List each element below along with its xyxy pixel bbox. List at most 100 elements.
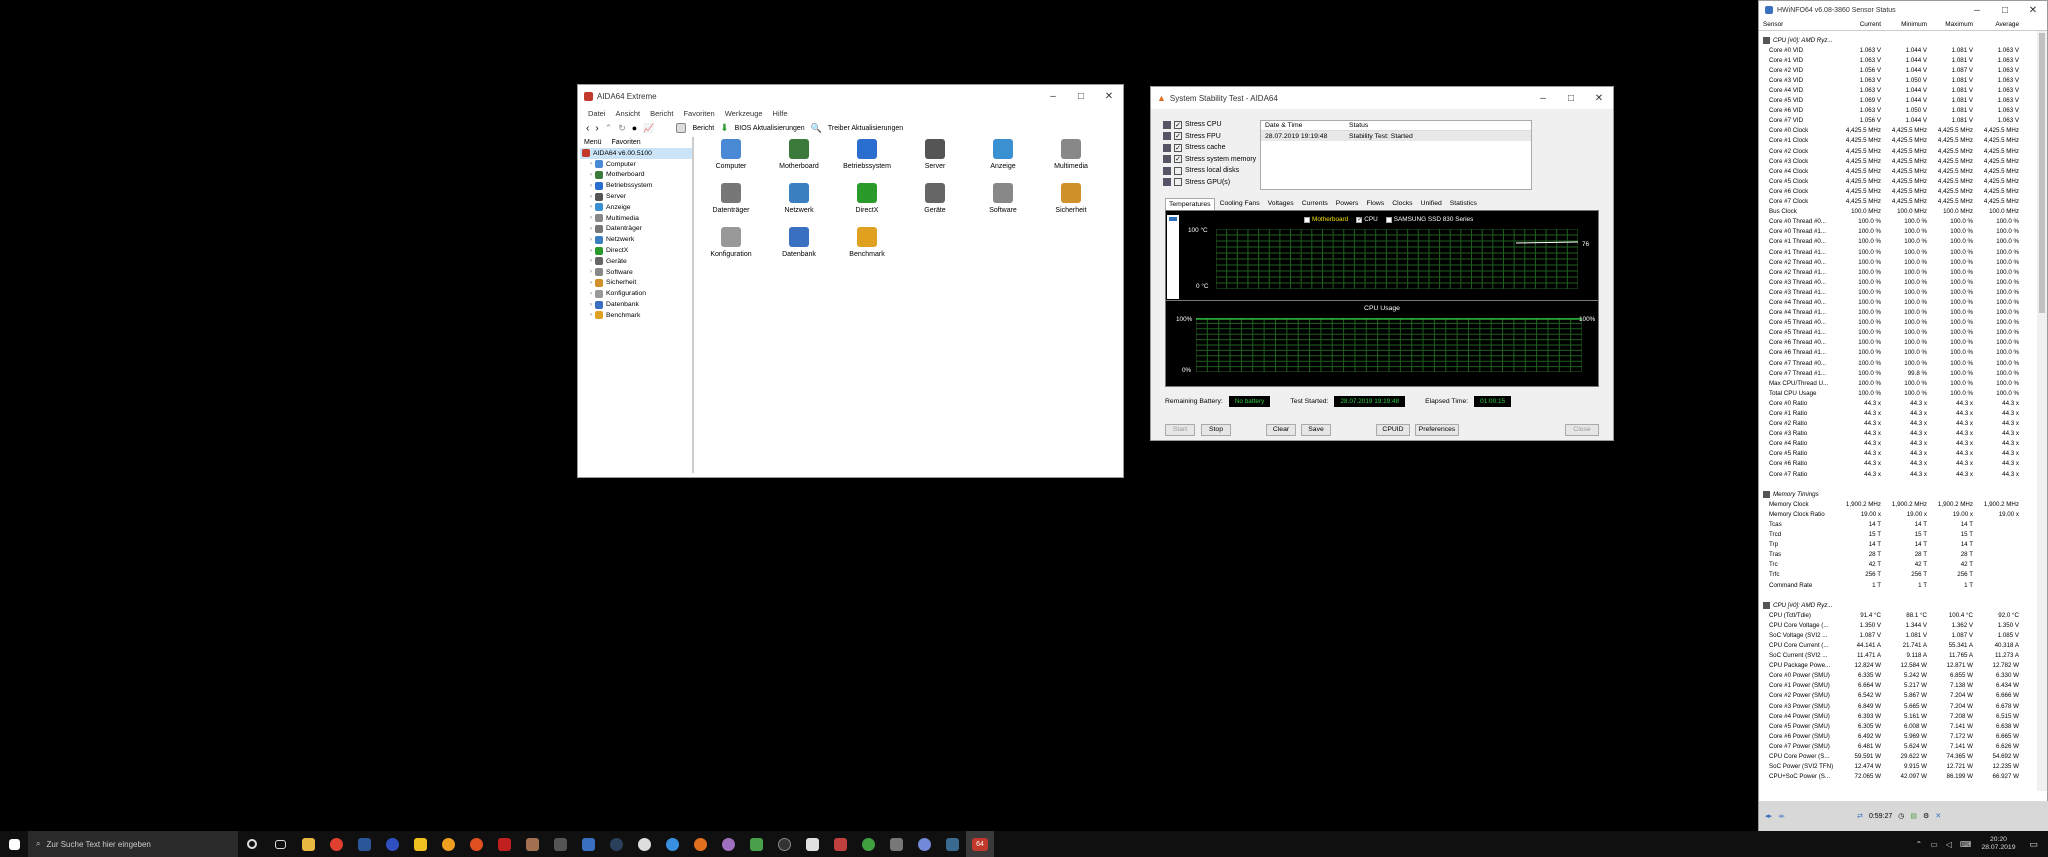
icon-benchmark[interactable]: Benchmark (834, 227, 900, 258)
sensor-row[interactable]: Core #7 Power (SMU) 6.481 W 5.624 W 7.141 W… (1759, 741, 2047, 751)
menu-item[interactable]: Hilfe (773, 109, 788, 118)
clear-button[interactable]: Clear (1266, 424, 1296, 436)
col-current[interactable]: Current (1839, 21, 1885, 28)
sensor-row[interactable]: Core #3 Thread #0... 100.0 % 100.0 % 100.0 … (1759, 277, 2047, 287)
sensor-row[interactable]: Trcd 15 T 15 T 15 T (1759, 530, 2047, 540)
notifications-icon[interactable]: ▭ (2029, 839, 2048, 850)
tab-clocks[interactable]: Clocks (1389, 198, 1415, 210)
app-icon[interactable] (882, 831, 910, 857)
aida64-titlebar[interactable]: AIDA64 Extreme – □ ✕ (578, 85, 1123, 107)
minimize-icon[interactable]: – (1963, 5, 1991, 16)
sensor-row[interactable]: Core #5 Ratio 44.3 x 44.3 x 44.3 x 44.3 x (1759, 449, 2047, 459)
tree-root[interactable]: AIDA64 v6.00.5100 (580, 148, 692, 159)
sensor-row[interactable]: Core #1 Thread #1... 100.0 % 100.0 % 100.0 … (1759, 247, 2047, 257)
sensor-row[interactable]: Core #4 VID 1.063 V 1.044 V 1.081 V 1.063 V (1759, 85, 2047, 95)
expand-icon[interactable]: › (590, 161, 592, 167)
tray-icons[interactable]: ⌃ ▭ ◁ ⌨ (1915, 840, 1981, 849)
log-row[interactable]: 28.07.2019 19:19:48 Stability Test: Star… (1261, 131, 1531, 141)
app-icon[interactable] (518, 831, 546, 857)
sensor-row[interactable]: Tcas 14 T 14 T 14 T (1759, 519, 2047, 529)
app-icon[interactable] (826, 831, 854, 857)
sensor-row[interactable]: Core #6 Ratio 44.3 x 44.3 x 44.3 x 44.3 x (1759, 459, 2047, 469)
sensor-group[interactable]: CPU [#0]: AMD Ryz... (1759, 600, 2047, 610)
firefox-icon[interactable] (686, 831, 714, 857)
sensor-row[interactable]: Core #4 Clock 4,425.5 MHz 4,425.5 MHz 4,425… (1759, 166, 2047, 176)
tree-item-geräte[interactable]: › Geräte (580, 256, 692, 267)
app-icon[interactable] (770, 831, 798, 857)
expand-icon[interactable]: › (590, 172, 592, 178)
refresh-icon[interactable]: ↻ (618, 123, 626, 134)
sensor-row[interactable]: Core #6 Power (SMU) 6.492 W 5.969 W 7.172 W… (1759, 731, 2047, 741)
scrollbar[interactable] (2037, 31, 2047, 791)
tab-statistics[interactable]: Statistics (1447, 198, 1480, 210)
tree-item-benchmark[interactable]: › Benchmark (580, 310, 692, 321)
aida64-taskbar-icon[interactable]: 64 (966, 831, 994, 857)
start-button[interactable]: Start (1165, 424, 1195, 436)
icon-anzeige[interactable]: Anzeige (970, 139, 1036, 170)
tree-item-sicherheit[interactable]: › Sicherheit (580, 278, 692, 289)
menu-item[interactable]: Bericht (650, 109, 673, 118)
sensor-row[interactable]: Core #5 Power (SMU) 6.305 W 6.008 W 7.141 W… (1759, 721, 2047, 731)
expand-icon[interactable]: › (590, 302, 592, 308)
cortana-icon[interactable] (238, 831, 266, 857)
expand-icon[interactable]: › (590, 280, 592, 286)
minimize-icon[interactable]: – (1529, 93, 1557, 104)
chrome-icon[interactable] (322, 831, 350, 857)
stress-option[interactable]: ✓ Stress system memory (1163, 154, 1259, 166)
back-icon[interactable]: ‹ (586, 123, 589, 134)
graph-scrollbar[interactable] (1167, 215, 1179, 299)
sensor-row[interactable]: Core #1 Thread #0... 100.0 % 100.0 % 100.0 … (1759, 237, 2047, 247)
app-icon[interactable] (462, 831, 490, 857)
icon-konfiguration[interactable]: Konfiguration (698, 227, 764, 258)
tree-item-server[interactable]: › Server (580, 191, 692, 202)
clock-icon[interactable]: ◷ (1898, 812, 1904, 820)
navigate-alt-icon[interactable]: ◂▸ (1778, 812, 1785, 820)
sensor-row[interactable]: SoC Voltage (SVI2 ... 1.087 V 1.081 V 1.087… (1759, 630, 2047, 640)
discord-icon[interactable] (910, 831, 938, 857)
settings-icon[interactable]: ⚙ (1923, 812, 1929, 820)
sensor-row[interactable]: Core #2 Power (SMU) 6.542 W 5.867 W 7.204 W… (1759, 691, 2047, 701)
expand-icon[interactable]: › (590, 226, 592, 232)
sensor-row[interactable]: Core #0 VID 1.063 V 1.044 V 1.081 V 1.063 V (1759, 45, 2047, 55)
sensor-row[interactable]: Core #7 Thread #0... 100.0 % 100.0 % 100.0 … (1759, 358, 2047, 368)
sensor-row[interactable]: Core #5 VID 1.069 V 1.044 V 1.081 V 1.063 V (1759, 96, 2047, 106)
sensor-row[interactable]: CPU Package Powe... 12.824 W 12.584 W 12.87… (1759, 661, 2047, 671)
sensor-group[interactable]: CPU [#0]: AMD Ryz... (1759, 35, 2047, 45)
sensor-row[interactable]: Core #6 Thread #1... 100.0 % 100.0 % 100.0 … (1759, 348, 2047, 358)
icon-server[interactable]: Server (902, 139, 968, 170)
icon-motherboard[interactable]: Motherboard (766, 139, 832, 170)
sensor-row[interactable]: CPU (Tctl/Tdie) 91.4 °C 88.1 °C 100.4 °C 92.… (1759, 610, 2047, 620)
expand-icon[interactable]: › (590, 258, 592, 264)
sensor-row[interactable]: Core #2 Thread #0... 100.0 % 100.0 % 100.0 … (1759, 257, 2047, 267)
menu-item[interactable]: Werkzeuge (725, 109, 763, 118)
sensor-row[interactable]: Core #3 Power (SMU) 6.849 W 5.665 W 7.204 W… (1759, 701, 2047, 711)
sensor-row[interactable]: Core #4 Power (SMU) 6.393 W 5.161 W 7.208 W… (1759, 711, 2047, 721)
sensor-row[interactable]: Core #2 Clock 4,425.5 MHz 4,425.5 MHz 4,425… (1759, 146, 2047, 156)
menu-item[interactable]: Datei (588, 109, 606, 118)
sensor-row[interactable]: Core #5 Thread #0... 100.0 % 100.0 % 100.0 … (1759, 318, 2047, 328)
sensor-row[interactable]: Bus Clock 100.0 MHz 100.0 MHz 100.0 MHz 100.… (1759, 207, 2047, 217)
checkbox[interactable]: ✓ (1174, 155, 1182, 164)
sensor-row[interactable]: SoC Power (SVI2 TFN) 12.474 W 9.915 W 12.72… (1759, 762, 2047, 772)
taskbar-search[interactable]: ⌕ Zur Suche Text hier eingeben (28, 831, 238, 857)
expand-icon[interactable]: › (590, 269, 592, 275)
word-icon[interactable] (350, 831, 378, 857)
icon-computer[interactable]: Computer (698, 139, 764, 170)
stop-button[interactable]: Stop (1201, 424, 1231, 436)
app-icon[interactable] (854, 831, 882, 857)
legend-checkbox[interactable] (1304, 216, 1310, 223)
col-maximum[interactable]: Maximum (1931, 21, 1977, 28)
clock[interactable]: 20:20 28.07.2019 (1981, 836, 2029, 852)
sensor-row[interactable]: Core #3 VID 1.063 V 1.050 V 1.081 V 1.063 V (1759, 75, 2047, 85)
col-average[interactable]: Average (1977, 21, 2023, 28)
hwinfo-titlebar[interactable]: HWiNFO64 v6.08-3860 Sensor Status – □ ✕ (1759, 1, 2047, 19)
icon-multimedia[interactable]: Multimedia (1038, 139, 1104, 170)
maximize-icon[interactable]: □ (1991, 5, 2019, 16)
tree-item-motherboard[interactable]: › Motherboard (580, 170, 692, 181)
sensor-row[interactable]: Tras 28 T 28 T 28 T (1759, 550, 2047, 560)
sensor-row[interactable]: Core #4 Ratio 44.3 x 44.3 x 44.3 x 44.3 x (1759, 439, 2047, 449)
app-icon[interactable] (714, 831, 742, 857)
close-icon[interactable]: ✕ (2019, 5, 2047, 16)
sensor-row[interactable]: Core #3 Thread #1... 100.0 % 100.0 % 100.0 … (1759, 287, 2047, 297)
tab-voltages[interactable]: Voltages (1265, 198, 1297, 210)
